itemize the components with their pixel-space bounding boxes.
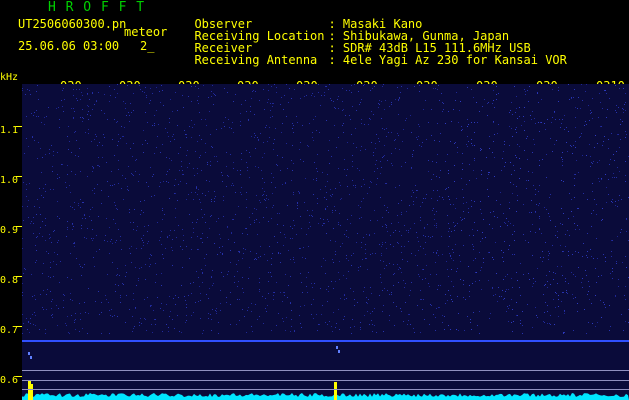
antenna-row: Receiving Antenna : 4ele Yagi Az 230 for … bbox=[180, 42, 567, 67]
y-tick-label: 0.7 bbox=[0, 325, 19, 336]
y-tick-mark bbox=[16, 226, 22, 227]
y-tick-label: 1.1 bbox=[0, 125, 19, 136]
spectrogram-canvas bbox=[22, 84, 629, 400]
antenna-value: : 4ele Yagi Az 230 for Kansai VOR bbox=[328, 53, 567, 67]
carrier-signal-line bbox=[22, 340, 629, 342]
meteor-echo bbox=[338, 350, 340, 353]
y-tick-label: 0.9 bbox=[0, 225, 19, 236]
y-tick-label: 1.0 bbox=[0, 175, 19, 186]
spectrogram-plot bbox=[22, 84, 629, 400]
meteor-echo bbox=[28, 352, 30, 355]
antenna-label: Receiving Antenna bbox=[194, 53, 318, 67]
meteor-echo bbox=[30, 356, 32, 359]
y-tick-mark bbox=[16, 276, 22, 277]
y-tick-mark bbox=[16, 176, 22, 177]
spectrum-peak bbox=[30, 384, 33, 400]
mode-label: meteor bbox=[124, 25, 168, 39]
y-tick-mark bbox=[16, 126, 22, 127]
y-tick-label: 0.6 bbox=[0, 375, 19, 386]
y-tick-mark bbox=[16, 376, 22, 377]
noise-speckle bbox=[22, 84, 629, 334]
datetime-label: 25.06.06 03:00 bbox=[18, 39, 120, 53]
y-tick-label: 0.8 bbox=[0, 275, 19, 286]
app-brand: H R O F F T bbox=[48, 0, 146, 15]
baseline-divider bbox=[22, 389, 629, 390]
spectrum-peak bbox=[334, 382, 337, 400]
baseline-divider bbox=[22, 370, 629, 371]
filename-label: UT2506060300.pn bbox=[18, 17, 127, 31]
channel-label: 2_ bbox=[140, 39, 155, 53]
spectrum-trace bbox=[22, 393, 629, 400]
y-axis-unit: kHz bbox=[0, 72, 19, 83]
meteor-echo bbox=[336, 346, 338, 349]
baseline-divider bbox=[22, 380, 629, 381]
y-tick-mark bbox=[16, 326, 22, 327]
